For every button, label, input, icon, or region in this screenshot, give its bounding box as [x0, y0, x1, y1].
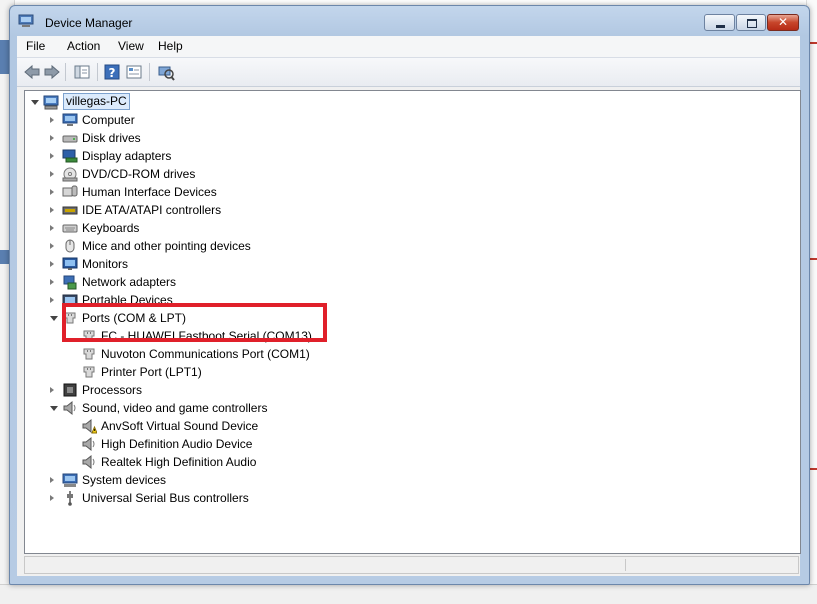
minimize-button[interactable]: [704, 14, 735, 31]
properties-panel-icon[interactable]: [73, 63, 91, 81]
tree-node-label: Realtek High Definition Audio: [101, 455, 257, 469]
expand-arrow-icon[interactable]: [50, 261, 54, 267]
tree-node-label: Keyboards: [82, 221, 140, 235]
ide-controller-icon: [62, 202, 78, 218]
tree-node-label: Computer: [82, 113, 135, 127]
menu-view[interactable]: View: [118, 39, 144, 53]
monitor-icon: [62, 256, 78, 272]
maximize-button[interactable]: [736, 14, 766, 31]
back-icon[interactable]: [23, 63, 41, 81]
title-bar[interactable]: Device Manager ✕: [10, 6, 809, 36]
forward-icon[interactable]: [43, 63, 61, 81]
disk-drive-icon: [62, 130, 78, 146]
keyboard-icon: [62, 220, 78, 236]
usb-icon: [62, 490, 78, 506]
tree-node-label: Mice and other pointing devices: [82, 239, 251, 253]
expand-arrow-icon[interactable]: [50, 189, 54, 195]
tree-node-label: High Definition Audio Device: [101, 437, 253, 451]
expand-arrow-icon[interactable]: [50, 297, 54, 303]
tree-node-label: Disk drives: [82, 131, 141, 145]
menu-help[interactable]: Help: [158, 39, 183, 53]
expand-arrow-icon[interactable]: [50, 135, 54, 141]
status-bar: [24, 556, 799, 574]
tree-node-label: Printer Port (LPT1): [101, 365, 202, 379]
expand-arrow-icon[interactable]: [50, 387, 54, 393]
maximize-icon: [737, 15, 765, 30]
hid-icon: [62, 184, 78, 200]
tree-node-label: Universal Serial Bus controllers: [82, 491, 249, 505]
tree-node-label: Monitors: [82, 257, 129, 271]
network-adapter-icon: [62, 274, 78, 290]
speaker-icon: [81, 436, 97, 452]
tree-node-label: DVD/CD-ROM drives: [82, 167, 196, 181]
expand-arrow-icon[interactable]: [50, 279, 54, 285]
tree-node-label: IDE ATA/ATAPI controllers: [82, 203, 222, 217]
menu-bar: File Action View Help: [17, 36, 800, 58]
window-title: Device Manager: [45, 16, 133, 30]
expand-arrow-icon[interactable]: [50, 243, 54, 249]
toolbar: ?: [17, 58, 800, 87]
computer-icon: [62, 112, 78, 128]
expand-arrow-icon[interactable]: [50, 477, 54, 483]
background-app-bottom-edge: [0, 584, 817, 604]
tree-node-label: Sound, video and game controllers: [82, 401, 268, 415]
collapse-arrow-icon[interactable]: [50, 406, 58, 411]
expand-arrow-icon[interactable]: [50, 171, 54, 177]
svg-text:?: ?: [109, 66, 116, 80]
expand-arrow-icon[interactable]: [50, 207, 54, 213]
tree-node-label: Processors: [82, 383, 143, 397]
expand-arrow-icon[interactable]: [50, 225, 54, 231]
tree-node-label: AnvSoft Virtual Sound Device: [101, 419, 259, 433]
expand-arrow-icon[interactable]: [50, 117, 54, 123]
expand-arrow-icon[interactable]: [50, 153, 54, 159]
processor-icon: [62, 382, 78, 398]
expand-arrow-icon[interactable]: [50, 495, 54, 501]
speaker-warning-icon: [81, 418, 98, 434]
tree-node-label: Display adapters: [82, 149, 172, 163]
speaker-icon: [81, 454, 97, 470]
close-icon: ✕: [777, 15, 789, 29]
tree-node-label: villegas-PC: [63, 93, 130, 110]
close-button[interactable]: ✕: [767, 14, 799, 31]
scan-hardware-icon[interactable]: [157, 63, 175, 81]
help-icon[interactable]: ?: [103, 63, 121, 81]
tree-node-label: System devices: [82, 473, 167, 487]
menu-action[interactable]: Action: [67, 39, 100, 53]
device-manager-icon: [18, 14, 34, 27]
collapse-arrow-icon[interactable]: [31, 100, 39, 105]
device-manager-window: Device Manager ✕ File Action View Help ?…: [9, 5, 810, 585]
annotation-highlight-box: [62, 303, 327, 342]
dvd-drive-icon: [62, 166, 78, 182]
minimize-icon: [705, 15, 734, 30]
mouse-icon: [62, 238, 78, 254]
root-computer-icon: [43, 94, 59, 110]
menu-file[interactable]: File: [26, 39, 45, 53]
tree-node-label: Nuvoton Communications Port (COM1): [101, 347, 310, 361]
port-icon: [81, 346, 97, 362]
speaker-icon: [62, 400, 78, 416]
update-driver-icon[interactable]: [125, 63, 143, 81]
display-adapter-icon: [62, 148, 78, 164]
tree-node-label: Network adapters: [82, 275, 177, 289]
collapse-arrow-icon[interactable]: [50, 316, 58, 321]
port-icon: [81, 364, 97, 380]
system-device-icon: [62, 472, 78, 488]
tree-node-label: Human Interface Devices: [82, 185, 217, 199]
